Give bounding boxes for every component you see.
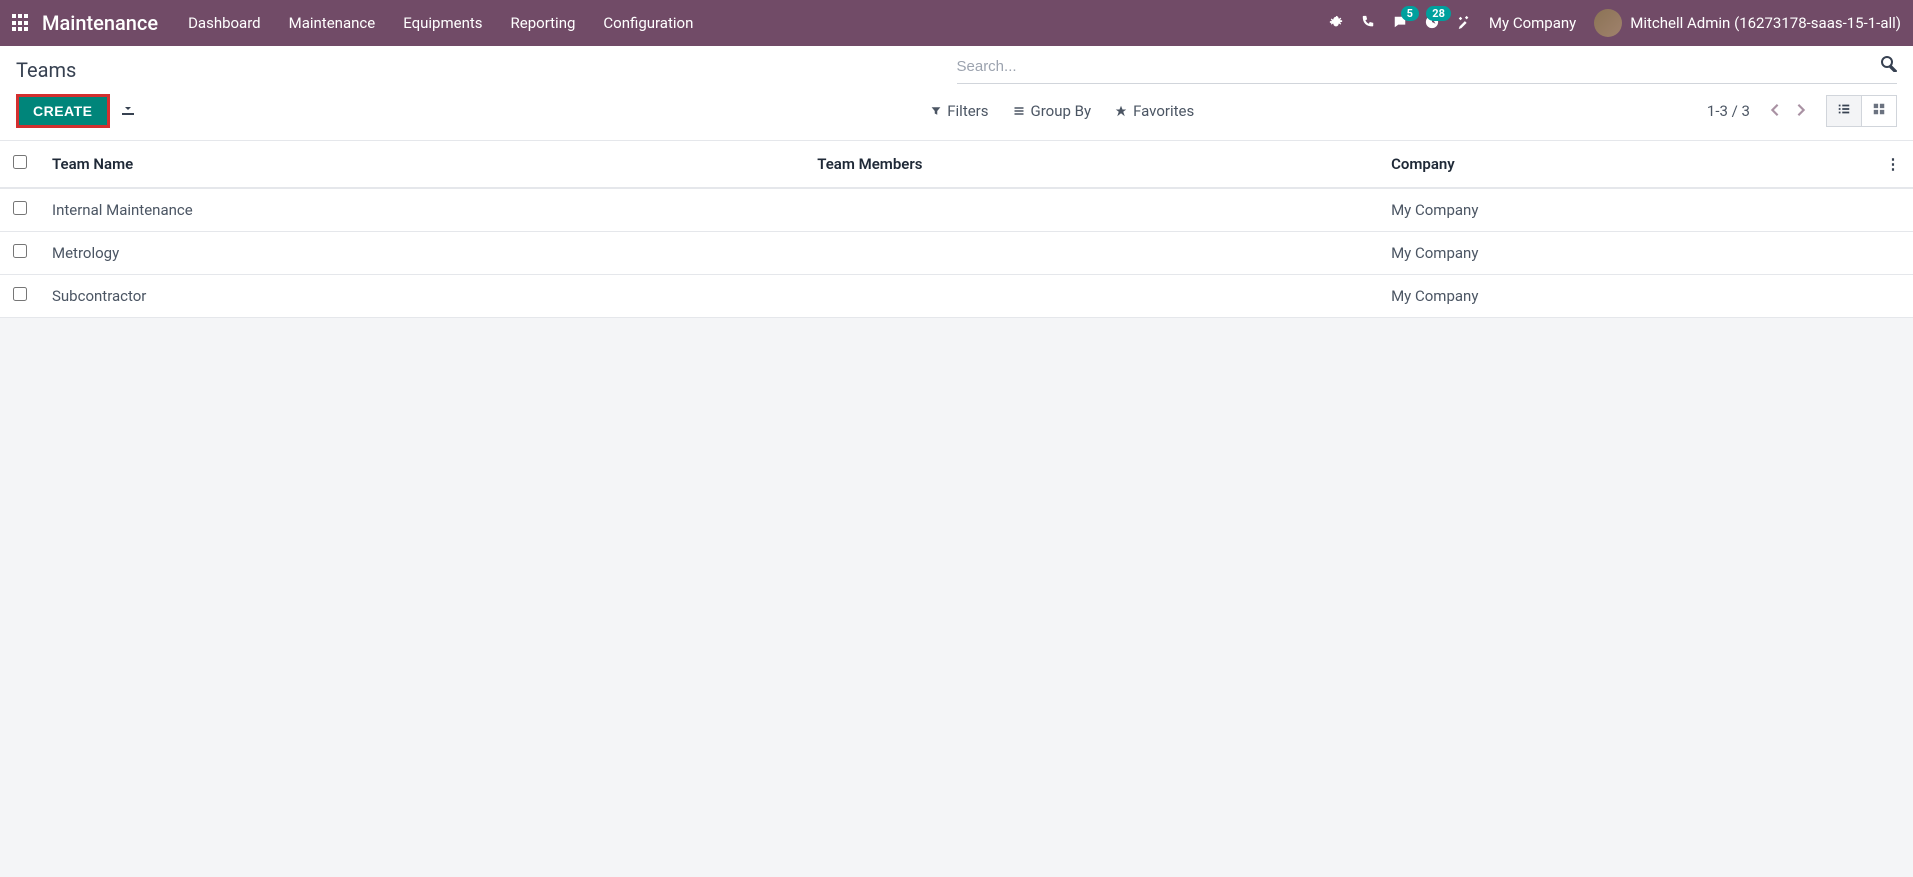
table-container: Team Name Team Members Company ⋮ Interna… (0, 141, 1913, 318)
nav-maintenance[interactable]: Maintenance (289, 14, 376, 32)
nav-configuration[interactable]: Configuration (603, 14, 693, 32)
company-switcher[interactable]: My Company (1489, 14, 1576, 32)
top-navigation: Maintenance Dashboard Maintenance Equipm… (0, 0, 1913, 46)
cell-company: My Company (1379, 232, 1873, 275)
nav-reporting[interactable]: Reporting (511, 14, 576, 32)
cell-team-members (805, 188, 1379, 232)
cell-team-name: Internal Maintenance (40, 188, 805, 232)
download-icon[interactable] (120, 101, 136, 121)
favorites-button[interactable]: Favorites (1115, 102, 1194, 120)
apps-grid-icon[interactable] (12, 14, 30, 32)
kanban-view-button[interactable] (1862, 95, 1897, 127)
row-checkbox[interactable] (13, 287, 27, 301)
search-container (957, 54, 1898, 84)
filters-button[interactable]: Filters (931, 102, 988, 120)
cell-menu (1873, 275, 1913, 318)
avatar (1594, 9, 1622, 37)
cell-menu (1873, 232, 1913, 275)
app-title[interactable]: Maintenance (42, 11, 158, 35)
cell-company: My Company (1379, 275, 1873, 318)
header-menu-col: ⋮ (1873, 141, 1913, 188)
header-team-members[interactable]: Team Members (805, 141, 1379, 188)
user-menu[interactable]: Mitchell Admin (16273178-saas-15-1-all) (1594, 9, 1901, 37)
row-checkbox[interactable] (13, 244, 27, 258)
table-row[interactable]: Metrology My Company (0, 232, 1913, 275)
cell-team-name: Subcontractor (40, 275, 805, 318)
column-options-icon[interactable]: ⋮ (1886, 155, 1901, 173)
cp-top: Teams (0, 46, 1913, 84)
phone-icon[interactable] (1361, 14, 1375, 33)
row-checkbox[interactable] (13, 201, 27, 215)
nav-equipments[interactable]: Equipments (403, 14, 482, 32)
header-team-name[interactable]: Team Name (40, 141, 805, 188)
create-button[interactable]: CREATE (16, 94, 110, 128)
table-row[interactable]: Internal Maintenance My Company (0, 188, 1913, 232)
activities-icon[interactable]: 28 (1425, 14, 1439, 33)
teams-table: Team Name Team Members Company ⋮ Interna… (0, 141, 1913, 318)
cp-right: 1-3 / 3 (1707, 95, 1897, 127)
cell-team-members (805, 232, 1379, 275)
header-company[interactable]: Company (1379, 141, 1873, 188)
user-name: Mitchell Admin (16273178-saas-15-1-all) (1630, 14, 1901, 32)
pager-prev-icon[interactable] (1766, 97, 1784, 126)
cp-left: CREATE (16, 94, 136, 128)
messages-badge: 5 (1401, 6, 1419, 21)
pager-arrows (1766, 97, 1810, 126)
tools-icon[interactable] (1457, 14, 1471, 33)
pager-next-icon[interactable] (1792, 97, 1810, 126)
search-input[interactable] (957, 54, 1882, 79)
activities-badge: 28 (1426, 6, 1451, 21)
filters-label: Filters (947, 102, 988, 120)
search-icon[interactable] (1881, 56, 1897, 77)
pager-text[interactable]: 1-3 / 3 (1707, 102, 1750, 120)
group-by-button[interactable]: Group By (1013, 102, 1092, 120)
debug-icon[interactable] (1329, 14, 1343, 33)
control-panel: Teams CREATE Filters Group By (0, 46, 1913, 141)
favorites-label: Favorites (1133, 102, 1194, 120)
cell-company: My Company (1379, 188, 1873, 232)
row-checkbox-cell (0, 232, 40, 275)
breadcrumb: Teams (16, 54, 76, 84)
view-switcher (1826, 95, 1897, 127)
group-by-label: Group By (1031, 102, 1092, 120)
cell-menu (1873, 188, 1913, 232)
nav-menu: Dashboard Maintenance Equipments Reporti… (188, 14, 1329, 32)
nav-dashboard[interactable]: Dashboard (188, 14, 261, 32)
header-checkbox-col (0, 141, 40, 188)
cp-bottom: CREATE Filters Group By Favorites (0, 84, 1913, 140)
cell-team-name: Metrology (40, 232, 805, 275)
row-checkbox-cell (0, 188, 40, 232)
cell-team-members (805, 275, 1379, 318)
table-row[interactable]: Subcontractor My Company (0, 275, 1913, 318)
row-checkbox-cell (0, 275, 40, 318)
select-all-checkbox[interactable] (13, 155, 27, 169)
list-view-button[interactable] (1826, 95, 1862, 127)
nav-right: 5 28 My Company Mitchell Admin (16273178… (1329, 9, 1901, 37)
messages-icon[interactable]: 5 (1393, 14, 1407, 33)
